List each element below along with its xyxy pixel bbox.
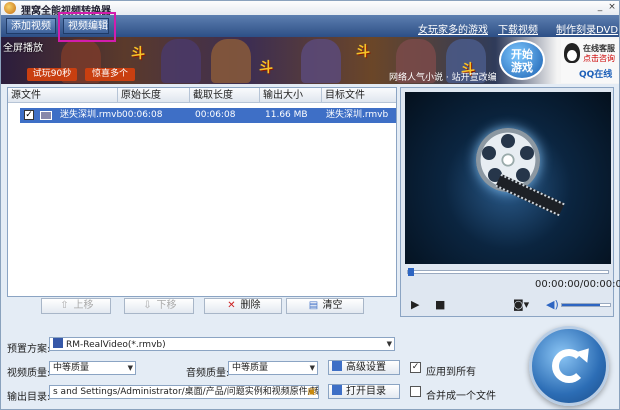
column-header-output-size[interactable]: 输出大小 (260, 88, 322, 103)
trial-button[interactable]: 试玩90秒 (27, 68, 77, 81)
video-quality-label: 视频质量: (7, 368, 51, 379)
column-header-source[interactable]: 源文件 (8, 88, 118, 103)
minimize-button[interactable]: _ (594, 2, 606, 13)
link-burn-dvd[interactable]: 制作刻录DVD (556, 21, 618, 36)
column-header-original-length[interactable]: 原始长度 (118, 88, 190, 103)
chevron-down-icon: ▼ (309, 364, 315, 372)
link-female-games[interactable]: 女玩家多的游戏 (418, 21, 488, 36)
banner-glyph: 斗 (356, 44, 370, 60)
cell-source: 迷失深圳.rmvb (60, 110, 123, 120)
start-game-button[interactable]: 开始 游戏 (499, 40, 545, 80)
volume-slider[interactable] (561, 303, 611, 307)
link-download-video[interactable]: 下载视频 (498, 21, 538, 36)
output-dir-label: 输出目录: (7, 392, 51, 403)
cell-output-size: 11.66 MB (265, 110, 308, 120)
move-down-label: 下移 (156, 300, 177, 311)
qq-online-link[interactable]: QQ在线 (579, 67, 612, 80)
seek-bar[interactable] (407, 268, 609, 276)
clear-icon: ▤ (308, 300, 319, 311)
move-up-label: 上移 (73, 300, 94, 311)
audio-quality-value: 中等质量 (232, 363, 269, 373)
banner-character-image (301, 39, 341, 83)
settings-icon (332, 361, 342, 371)
output-dir-value: s and Settings/Administrator/桌面/产品/问题实例和… (53, 387, 319, 397)
preset-select[interactable]: RM-RealVideo(*.rmvb) ▼ (49, 337, 395, 351)
preset-label: 预置方案: (7, 344, 51, 355)
banner-character-image (161, 39, 201, 83)
move-down-button[interactable]: ⇩ 下移 (124, 298, 194, 314)
title-bar: 狸窝全能视频转换器 _ × (1, 1, 619, 17)
volume-level (562, 304, 601, 306)
move-up-button[interactable]: ⇧ 上移 (41, 298, 111, 314)
arrow-up-icon: ⇧ (60, 300, 69, 311)
table-header: 源文件 原始长度 截取长度 输出大小 目标文件 (8, 88, 396, 103)
qq-penguin-icon (564, 43, 580, 63)
app-logo-icon (4, 2, 16, 14)
volume-icon[interactable]: ◀) (546, 298, 559, 311)
time-display: 00:00:00/00:00:00 (535, 279, 620, 290)
advanced-settings-label: 高级设置 (346, 362, 386, 373)
apply-all-label: 应用到所有 (426, 367, 476, 378)
camera-icon[interactable]: ◙▾ (513, 298, 529, 311)
open-dir-button[interactable]: 打开目录 (328, 384, 400, 399)
fullscreen-label[interactable]: 全屏播放 (3, 39, 43, 54)
advanced-settings-button[interactable]: 高级设置 (328, 360, 400, 375)
stop-icon[interactable]: ■ (435, 298, 445, 311)
surprise-button[interactable]: 惊喜多个 (85, 68, 135, 81)
column-header-cut-length[interactable]: 截取长度 (190, 88, 260, 103)
arrow-down-icon: ⇩ (143, 300, 152, 311)
banner-tagline: 网络人气小说 · 站开宣改编 (389, 73, 497, 83)
apply-all-checkbox[interactable]: ✓ (410, 362, 421, 373)
file-table[interactable]: 源文件 原始长度 截取长度 输出大小 目标文件 ✓ 迷失深圳.rmvb 00:0… (7, 87, 397, 297)
cell-target: 迷失深圳.rmvb (326, 110, 389, 120)
edit-video-button[interactable]: 视频编辑 (63, 18, 109, 34)
add-video-button[interactable]: 添加视频 (6, 18, 56, 34)
seek-handle[interactable] (408, 268, 414, 276)
online-support-panel[interactable]: 在线客服 点击咨询 QQ在线 (561, 39, 619, 83)
play-icon[interactable]: ▶ (411, 298, 419, 311)
row-checkbox[interactable]: ✓ (24, 110, 34, 120)
close-button[interactable]: × (606, 2, 618, 13)
video-screen[interactable] (405, 92, 611, 264)
cell-original-length: 00:06:08 (122, 110, 163, 120)
preview-panel: 00:00:00/00:00:00 ▶ ■ ◙▾ ◀) (400, 87, 620, 317)
output-dir-field[interactable]: s and Settings/Administrator/桌面/产品/问题实例和… (49, 385, 319, 399)
open-dir-label: 打开目录 (346, 386, 386, 397)
delete-icon: ✕ (227, 300, 236, 311)
table-row[interactable]: ✓ 迷失深圳.rmvb 00:06:08 00:06:08 11.66 MB 迷… (20, 108, 396, 123)
clear-button[interactable]: ▤ 清空 (286, 298, 364, 314)
column-header-target[interactable]: 目标文件 (322, 88, 396, 103)
convert-button[interactable] (529, 326, 609, 406)
support-subtitle: 点击咨询 (583, 54, 615, 63)
video-quality-value: 中等质量 (53, 363, 90, 373)
merge-checkbox[interactable] (410, 386, 421, 397)
menu-bar: 添加视频 视频编辑 女玩家多的游戏 下载视频 制作刻录DVD (1, 15, 619, 37)
open-folder-icon (332, 385, 342, 395)
banner-glyph: 斗 (259, 60, 273, 76)
delete-button[interactable]: ✕ 删除 (204, 298, 282, 314)
video-file-icon (40, 111, 52, 120)
audio-quality-label: 音频质量: (186, 368, 230, 379)
app-window: 狸窝全能视频转换器 _ × 添加视频 视频编辑 女玩家多的游戏 下载视频 制作刻… (0, 0, 620, 410)
folder-icon[interactable]: ▣ (307, 386, 316, 398)
banner-glyph: 斗 (131, 46, 145, 62)
table-toolbar: ⇧ 上移 ⇩ 下移 ✕ 删除 ▤ 清空 (7, 298, 397, 316)
video-quality-select[interactable]: 中等质量 ▼ (49, 361, 136, 375)
merge-label: 合并成一个文件 (426, 391, 496, 402)
cell-cut-length: 00:06:08 (195, 110, 236, 120)
chevron-down-icon: ▼ (386, 340, 392, 348)
realvideo-icon (53, 338, 63, 348)
chevron-down-icon: ▼ (127, 364, 133, 372)
start-game-label: 开始 游戏 (511, 48, 533, 74)
delete-label: 删除 (240, 300, 261, 311)
audio-quality-select[interactable]: 中等质量 ▼ (228, 361, 318, 375)
clear-label: 清空 (322, 300, 343, 311)
banner-character-image (211, 39, 251, 83)
preset-value: RM-RealVideo(*.rmvb) (66, 340, 166, 350)
